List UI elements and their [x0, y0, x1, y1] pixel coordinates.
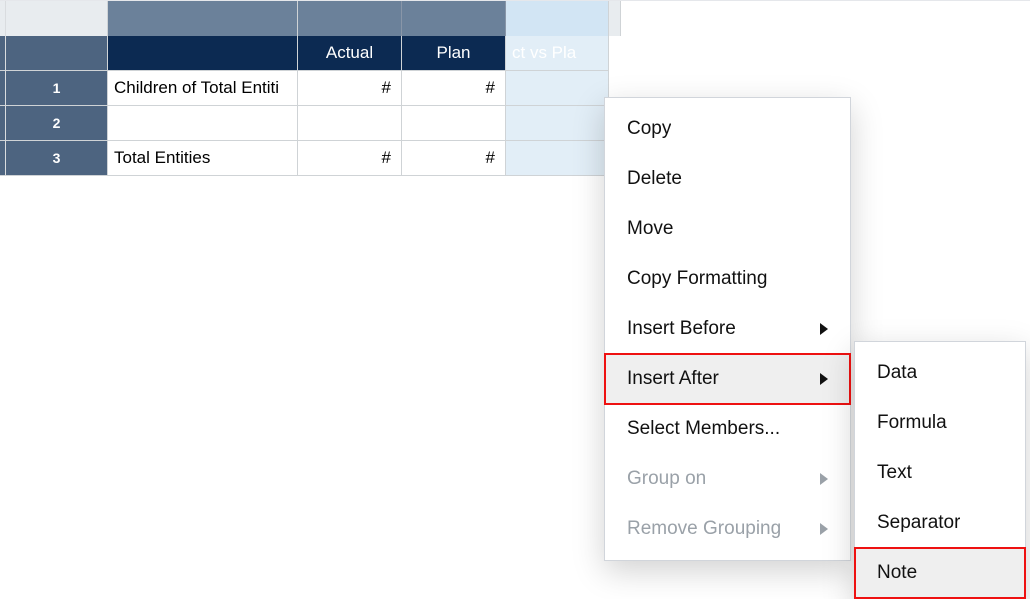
menu-select-members[interactable]: Select Members... [605, 404, 850, 454]
menu-move[interactable]: Move [605, 204, 850, 254]
menu-insert-before[interactable]: Insert Before [605, 304, 850, 354]
col-c-label: ct vs Pla [512, 43, 576, 63]
row2-col-c-selected[interactable] [506, 106, 609, 141]
submenu-text[interactable]: Text [855, 448, 1025, 498]
insert-after-submenu: Data Formula Text Separator Note [854, 341, 1026, 599]
col-b-label: Plan [436, 43, 470, 63]
right-sliver-sub [609, 36, 621, 71]
submenu-note[interactable]: Note [855, 548, 1025, 598]
row2-col-b[interactable] [402, 106, 506, 141]
row3-num[interactable]: 3 [6, 141, 108, 176]
col-c-subhead-selected[interactable]: ct vs Pla [506, 36, 609, 71]
menu-group-on: Group on [605, 454, 850, 504]
col-a-subhead[interactable]: Actual [298, 36, 402, 71]
menu-remove-grouping: Remove Grouping [605, 504, 850, 554]
submenu-separator[interactable]: Separator [855, 498, 1025, 548]
report-designer-view: A B C Actual Plan ct vs Pla 1 Children o… [0, 0, 1030, 599]
subhead-label [108, 36, 298, 71]
row3-col-a[interactable]: # [298, 141, 402, 176]
row2-label[interactable] [108, 106, 298, 141]
col-a-label: Actual [326, 43, 373, 63]
submenu-data[interactable]: Data [855, 348, 1025, 398]
row3-label[interactable]: Total Entities [108, 141, 298, 176]
menu-copy-formatting[interactable]: Copy Formatting [605, 254, 850, 304]
col-b-subhead[interactable]: Plan [402, 36, 506, 71]
row1-col-b[interactable]: # [402, 71, 506, 106]
row1-col-c-selected[interactable] [506, 71, 609, 106]
menu-insert-after[interactable]: Insert After [605, 354, 850, 404]
row1-num[interactable]: 1 [6, 71, 108, 106]
menu-copy[interactable]: Copy [605, 104, 850, 154]
row2-num[interactable]: 2 [6, 106, 108, 141]
chevron-right-icon [820, 323, 828, 335]
row1-label[interactable]: Children of Total Entiti [108, 71, 298, 106]
row3-col-b[interactable]: # [402, 141, 506, 176]
menu-delete[interactable]: Delete [605, 154, 850, 204]
chevron-right-icon [820, 373, 828, 385]
design-grid: A B C Actual Plan ct vs Pla 1 Children o… [0, 1, 1030, 176]
context-menu: Copy Delete Move Copy Formatting Insert … [604, 97, 851, 561]
submenu-formula[interactable]: Formula [855, 398, 1025, 448]
chevron-right-icon [820, 523, 828, 535]
row3-col-c-selected[interactable] [506, 141, 609, 176]
row2-col-a[interactable] [298, 106, 402, 141]
chevron-right-icon [820, 473, 828, 485]
row1-col-a[interactable]: # [298, 71, 402, 106]
subhead-rownum [6, 36, 108, 71]
